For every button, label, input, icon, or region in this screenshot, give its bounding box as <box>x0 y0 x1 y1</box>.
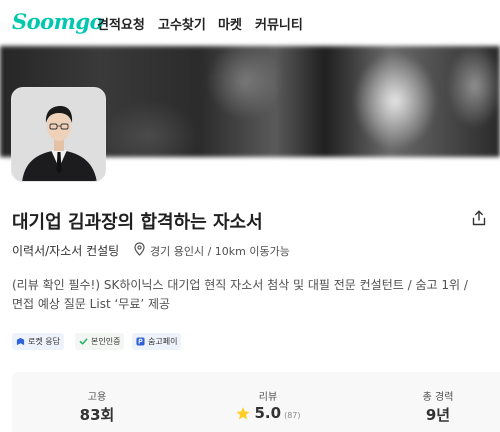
soomgo-logo[interactable]: Soomgo <box>12 9 104 34</box>
reviews-summary[interactable]: 5.0 (87) <box>236 404 301 422</box>
rating-value: 5.0 <box>254 404 282 422</box>
nav-market[interactable]: 마켓 <box>218 14 242 33</box>
nav-community[interactable]: 커뮤니티 <box>255 14 303 33</box>
profile-description: (리뷰 확인 필수!) SK하이닉스 대기업 현직 자소서 첨삭 및 대필 전문… <box>12 276 490 314</box>
service-location: 경기 용인시 / 10km 이동가능 <box>150 245 290 258</box>
badge-label: 본인인증 <box>91 337 121 346</box>
badge-label: 숨고페이 <box>148 337 178 346</box>
profile-avatar <box>11 87 106 182</box>
stats-panel: 고용 83회 리뷰 5.0 (87) 총 경력 9년 <box>12 372 500 432</box>
share-icon[interactable] <box>471 210 487 226</box>
identity-verified-badge: 본인인증 <box>75 333 125 350</box>
location-pin-icon <box>134 242 145 256</box>
profile-photo <box>12 88 105 181</box>
hires-label: 고용 <box>87 392 107 403</box>
nav-find-pro[interactable]: 고수찾기 <box>158 14 206 33</box>
description-line: (리뷰 확인 필수!) SK하이닉스 대기업 현직 자소서 첨삭 및 대필 전문… <box>12 278 468 292</box>
rocket-response-badge: 로켓 응답 <box>12 333 64 350</box>
service-category: 이력서/자소서 컨설팅 <box>12 244 120 258</box>
experience-label: 총 경력 <box>422 392 454 403</box>
top-navigation: Soomgo 견적요청 고수찾기 마켓 커뮤니티 <box>0 0 500 46</box>
soomgo-pay-badge: 숨고페이 <box>132 333 182 350</box>
reviews-label: 리뷰 <box>258 392 278 403</box>
description-line: 면접 예상 질문 List ‘무료’ 제공 <box>12 297 171 311</box>
nav-request-quote[interactable]: 견적요청 <box>97 14 145 33</box>
check-icon <box>79 338 88 345</box>
badge-label: 로켓 응답 <box>28 337 60 346</box>
star-icon <box>236 406 250 419</box>
pay-icon <box>136 337 145 346</box>
review-count: (87) <box>284 410 301 420</box>
profile-title: 대기업 김과장의 합격하는 자소서 <box>12 212 263 233</box>
experience-value: 9년 <box>425 406 451 424</box>
hires-value: 83회 <box>79 406 115 424</box>
rocket-icon <box>16 337 25 346</box>
